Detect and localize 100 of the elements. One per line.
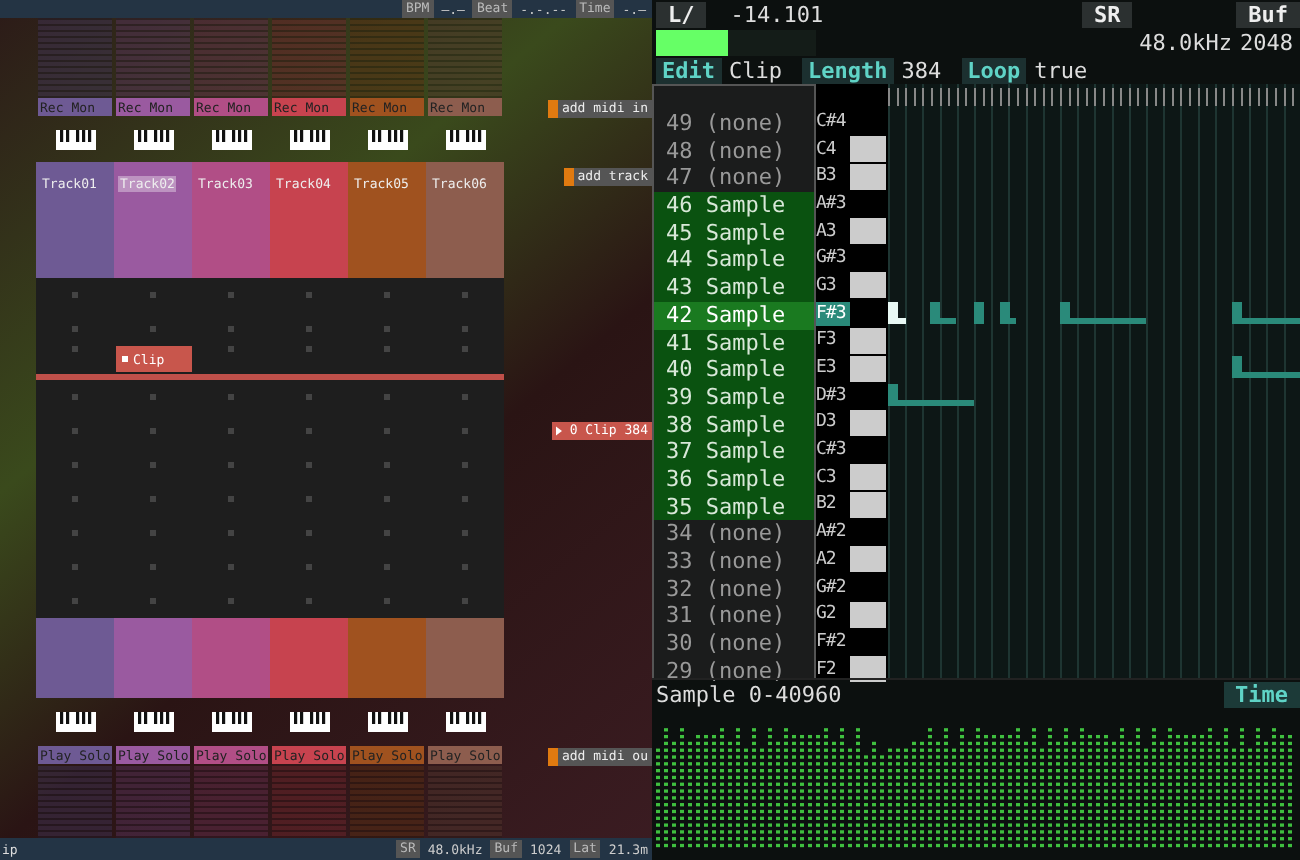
clip-property-value: Clip [729,57,782,83]
piano-key[interactable] [850,601,886,628]
track-footer [426,618,504,699]
empty-slot-icon [72,326,78,333]
empty-slot-icon [150,326,156,333]
note-name: B2 [816,492,838,517]
empty-slot-icon [306,292,312,299]
empty-slot-icon [384,428,390,435]
sample-slot[interactable]: 38 Sample [654,411,814,439]
output-meter [194,766,268,839]
output-meter [38,766,112,839]
sample-slot[interactable]: 35 Sample [654,493,814,521]
sample-slot[interactable]: 42 Sample [654,301,814,329]
keyboard-icon [211,712,251,733]
empty-slot-icon [306,326,312,333]
sample-slot[interactable]: 39 Sample [654,383,814,412]
empty-slot-icon [72,428,78,435]
output-meter [116,766,190,839]
empty-slot-icon [384,530,390,537]
empty-slot-icon [72,598,78,605]
sample-slot[interactable]: 31 (none) [654,602,814,631]
empty-slot-icon [150,462,156,469]
empty-slot-icon [306,394,312,401]
empty-slot-icon [462,292,468,299]
square-icon [563,168,574,187]
sample-slot[interactable]: 40 Sample [654,356,814,384]
sample-slot[interactable]: 32 (none) [654,575,814,603]
sample-slot[interactable]: 48 (none) [654,137,814,165]
note[interactable] [888,301,906,324]
piano-key[interactable] [850,656,886,683]
square-icon [547,99,558,118]
empty-slot-icon [384,462,390,469]
note-name: A#3 [816,191,848,216]
empty-slot-icon [462,326,468,333]
empty-slot-icon [228,428,234,435]
piano-key[interactable] [850,218,886,245]
sample-slot[interactable]: 44 Sample [654,246,814,275]
empty-slot-icon [384,326,390,333]
keyboard-icon [445,712,485,733]
empty-slot-icon [228,496,234,503]
sample-slot[interactable]: 33 (none) [654,548,814,576]
time-tab[interactable]: Time [1223,681,1300,707]
level-reading: -14.101 [728,1,826,27]
keyboard-icon [55,712,95,733]
piano-key[interactable] [850,272,886,299]
empty-slot-icon [462,346,468,353]
empty-slot-icon [228,530,234,537]
note-name: A2 [816,547,838,572]
buffer-label: Buf [1236,1,1300,27]
keyboard-icon [133,130,173,151]
keyboard-icon [367,130,407,151]
sample-slot[interactable]: 46 Sample [654,192,814,220]
track-footer [270,618,348,699]
piano-key[interactable] [850,409,886,436]
sample-slot[interactable]: 43 Sample [654,274,814,302]
empty-slot-icon [150,496,156,503]
piano-key[interactable] [850,136,886,163]
empty-slot-icon [306,496,312,503]
clip-property-label[interactable]: Edit [656,57,721,83]
sample-slot[interactable]: 34 (none) [654,520,814,548]
output-meter [272,766,346,839]
sample-slot[interactable]: 41 Sample [654,329,814,357]
input-meter [350,18,424,99]
output-meter [350,766,424,839]
piano-key[interactable] [850,491,886,518]
input-meter [116,18,190,99]
piano-key[interactable] [850,355,886,382]
sample-range: Sample 0-40960 [656,681,842,707]
piano-key[interactable] [850,327,886,354]
sample-slot[interactable]: 29 (none) [654,657,814,685]
empty-slot-icon [462,428,468,435]
empty-slot-icon [306,428,312,435]
empty-slot-icon [384,496,390,503]
sample-slot[interactable]: 37 Sample [654,438,814,466]
sample-slot[interactable]: 36 Sample [654,465,814,494]
empty-slot-icon [72,462,78,469]
empty-slot-icon [228,462,234,469]
empty-slot-icon [306,598,312,605]
input-meter [38,18,112,99]
sample-slot[interactable]: 45 Sample [654,219,814,247]
empty-slot-icon [72,564,78,571]
keyboard-icon [55,130,95,151]
piano-key[interactable] [850,163,886,190]
empty-slot-icon [306,462,312,469]
sample-slot[interactable]: 47 (none) [654,164,814,193]
piano-key[interactable] [850,464,886,491]
clip-property-label[interactable]: Length [802,57,894,83]
empty-slot-icon [228,292,234,299]
empty-slot-icon [72,496,78,503]
output-meter [428,766,502,839]
sample-slot[interactable]: 49 (none) [654,110,814,138]
empty-slot-icon [462,462,468,469]
empty-slot-icon [228,346,234,353]
piano-key[interactable] [850,546,886,573]
sample-slot[interactable]: 30 (none) [654,630,814,658]
clip-property-label[interactable]: Loop [961,57,1027,83]
note-name: F3 [816,328,838,353]
note-grid[interactable] [888,84,1300,678]
keyboard-icon [211,130,251,151]
empty-slot-icon [306,564,312,571]
